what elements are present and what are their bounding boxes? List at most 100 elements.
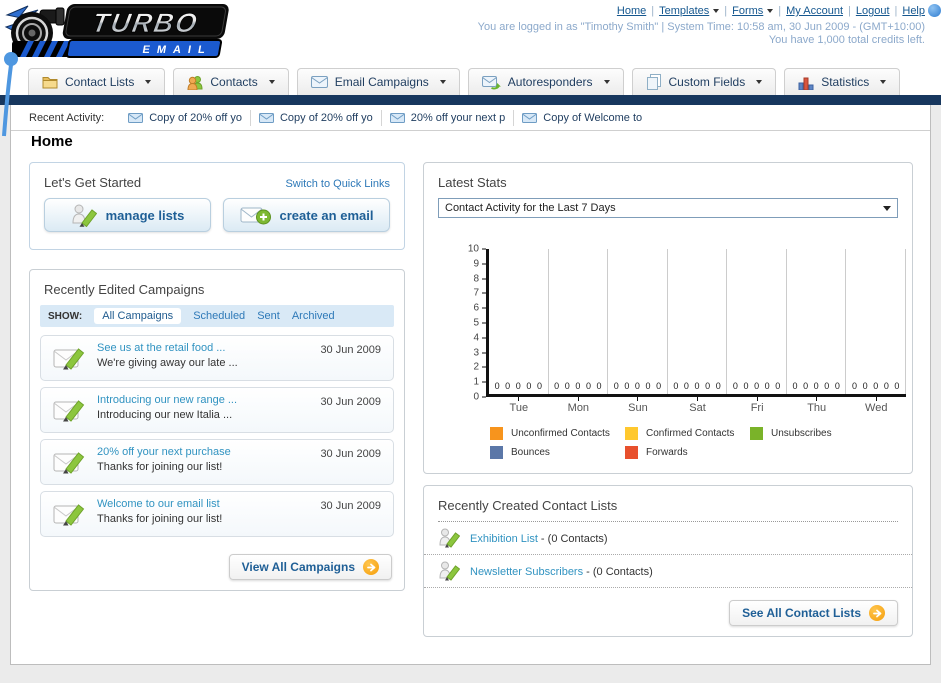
tab-label: Contacts [210,75,258,89]
nav-my-account-link[interactable]: My Account [786,5,843,17]
recent-activity-bar: Recent Activity: Copy of 20% off yo Copy… [11,105,930,131]
contact-list-count: - (0 Contacts) [537,533,608,545]
campaign-title-link[interactable]: See us at the retail food ... [97,342,238,354]
filter-scheduled[interactable]: Scheduled [193,310,245,322]
value-label: 0 [526,381,532,391]
y-tick-label: 0 [473,391,479,403]
legend-item-bounces: Bounces [490,446,615,459]
legend-swatch-forwards [625,446,638,459]
campaign-item[interactable]: 20% off your next purchase Thanks for jo… [40,439,394,485]
campaign-title-link[interactable]: Introducing our new range ... [97,394,237,406]
y-axis-tick: 9 [473,258,486,269]
value-label: 0 [515,381,521,391]
legend-label: Unsubscribes [771,428,832,439]
svg-text:EMAIL: EMAIL [141,44,212,56]
latest-stats-panel: Latest Stats Contact Activity for the La… [423,162,913,474]
filter-all-campaigns[interactable]: All Campaigns [94,308,182,324]
contact-list-link[interactable]: Exhibition List [470,533,538,545]
y-tick-mark [482,322,486,324]
value-labels-row: 00000 [787,381,846,391]
value-labels-row: 00000 [846,381,905,391]
chart-category-group: 00000 [608,249,668,394]
app-window: TURBO EMAIL Home | Templates | Forms | My Acco… [0,0,941,683]
main-nav-tabs: Contact Lists Contacts Email Campaigns A… [28,68,901,95]
tab-autoresponders[interactable]: Autoresponders [467,68,624,95]
x-tick-label: Fri [750,402,764,414]
value-label: 0 [564,381,570,391]
nav-home-link[interactable]: Home [617,5,646,17]
recent-activity-item[interactable]: Copy of 20% off yo [251,112,381,124]
x-tick-label: Sat [689,402,706,414]
campaign-item[interactable]: Introducing our new range ... Introducin… [40,387,394,433]
person-pencil-icon [439,528,460,548]
x-axis-cell: Sat [668,397,728,414]
chart-x-axis: Tue Mon Sun Sat Fri Thu Wed [489,397,906,414]
tab-label: Email Campaigns [334,75,429,89]
campaign-item[interactable]: Welcome to our email list Thanks for joi… [40,491,394,537]
x-axis-cell: Wed [846,397,906,414]
filter-sent[interactable]: Sent [257,310,280,322]
login-info: You are logged in as "Timothy Smith" | S… [478,21,925,47]
y-tick-label: 8 [473,273,479,285]
y-tick-label: 1 [473,376,479,388]
value-label: 0 [873,381,879,391]
contact-list-item[interactable]: Newsletter Subscribers - (0 Contacts) [424,555,912,588]
y-tick-label: 5 [473,317,479,329]
value-label: 0 [775,381,781,391]
contact-list-link[interactable]: Newsletter Subscribers [470,566,583,578]
x-tick-label: Wed [865,402,888,414]
x-tick-mark [518,397,520,401]
x-axis-cell: Thu [787,397,847,414]
chart: 10 9 8 7 6 5 4 3 2 1 0 000000000000000000000000000… [454,244,907,414]
stats-period-dropdown[interactable]: Contact Activity for the Last 7 Days [438,198,898,218]
see-all-contact-lists-label: See All Contact Lists [742,606,861,620]
filter-archived[interactable]: Archived [292,310,335,322]
stats-period-value: Contact Activity for the Last 7 Days [445,202,616,214]
y-axis-tick: 5 [473,318,486,329]
chevron-down-icon [883,206,891,211]
campaign-title-link[interactable]: Welcome to our email list [97,498,222,510]
manage-lists-button[interactable]: manage lists [44,198,211,232]
value-label: 0 [494,381,500,391]
y-tick-mark [482,337,486,339]
nav-forms-link[interactable]: Forms [732,5,774,17]
y-tick-label: 10 [467,243,479,255]
tab-statistics[interactable]: Statistics [784,68,901,95]
navy-divider-bar [0,95,941,105]
campaign-title-link[interactable]: 20% off your next purchase [97,446,231,458]
envelope-icon [389,112,405,123]
y-axis-tick: 1 [473,377,486,388]
tab-email-campaigns[interactable]: Email Campaigns [296,68,460,95]
y-tick-label: 4 [473,332,479,344]
create-email-button[interactable]: create an email [223,198,390,232]
x-tick-mark [697,397,699,401]
chevron-down-icon [880,80,887,84]
envelope-pencil-icon [53,348,85,370]
value-label: 0 [813,381,819,391]
recent-activity-item[interactable]: Copy of 20% off yo [120,112,250,124]
nav-logout-link[interactable]: Logout [856,5,890,17]
legend-item-confirmed: Confirmed Contacts [625,427,740,440]
y-tick-mark [482,263,486,265]
chart-category-group: 00000 [846,249,907,394]
recent-activity-item[interactable]: Copy of Welcome to [514,112,650,124]
tab-custom-fields[interactable]: Custom Fields [631,68,777,95]
contact-list-item[interactable]: Exhibition List - (0 Contacts) [424,522,912,555]
y-axis-tick: 6 [473,303,486,314]
help-bubble-icon[interactable] [928,4,941,17]
see-all-contact-lists-button[interactable]: See All Contact Lists [729,600,898,626]
legend-swatch-bounces [490,446,503,459]
nav-templates-link[interactable]: Templates [659,5,720,17]
tab-contacts[interactable]: Contacts [173,68,289,95]
switch-quick-links-link[interactable]: Switch to Quick Links [285,178,390,190]
value-label: 0 [834,381,840,391]
nav-help-link[interactable]: Help [902,5,925,17]
value-label: 0 [683,381,689,391]
latest-stats-title: Latest Stats [438,175,507,190]
value-label: 0 [792,381,798,391]
recent-activity-item[interactable]: 20% off your next p [382,112,514,124]
tab-contact-lists[interactable]: Contact Lists [28,68,166,95]
view-all-campaigns-button[interactable]: View All Campaigns [228,554,392,580]
legend-label: Bounces [511,447,550,458]
campaign-item[interactable]: See us at the retail food ... We're givi… [40,335,394,381]
